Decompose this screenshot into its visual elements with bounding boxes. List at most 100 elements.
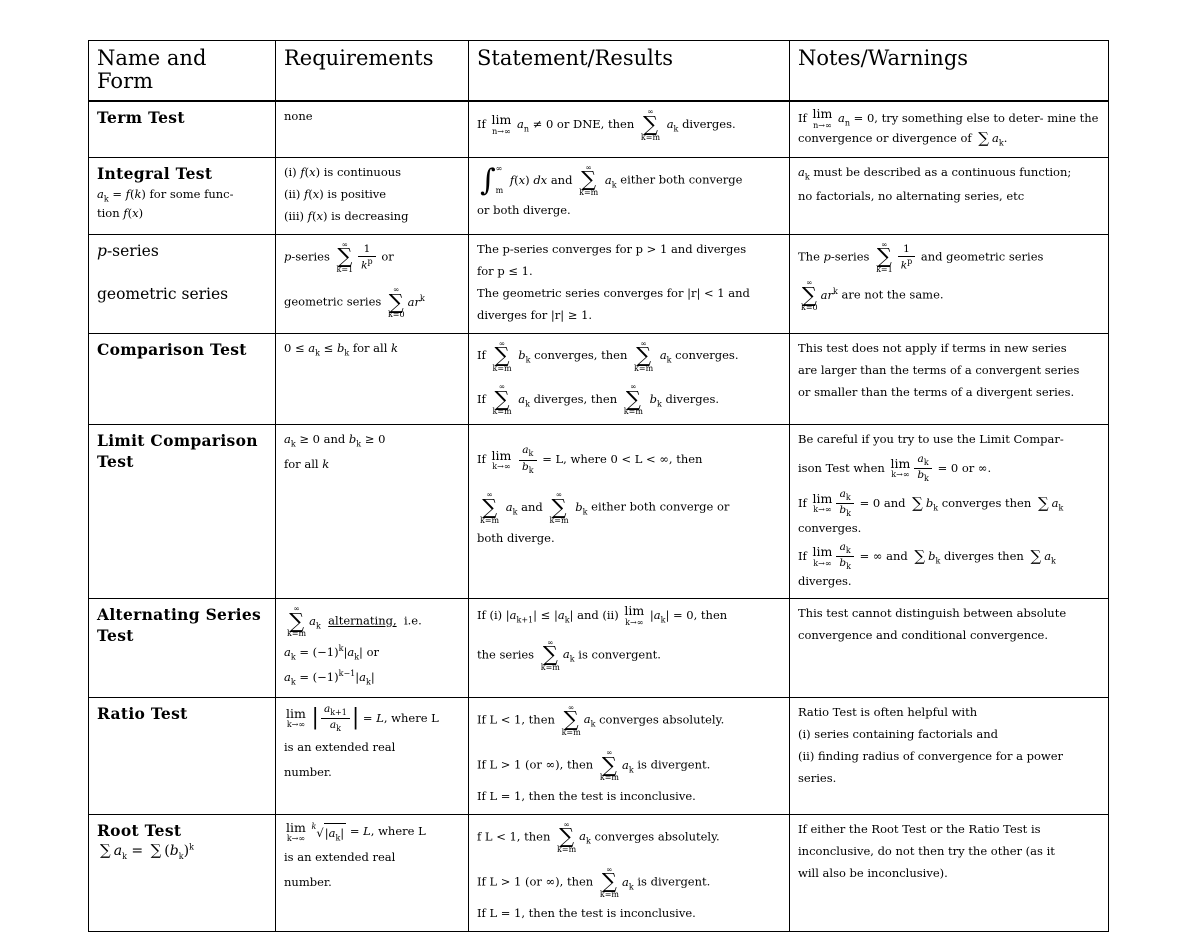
summation-symbol: ∑ [912, 494, 923, 513]
summation-symbol: ∞ ∑ k=m [540, 637, 560, 672]
requirement-line: for all k [284, 456, 330, 471]
limit-operator: lim k→∞ [491, 447, 512, 472]
summation-symbol: ∞ ∑ k=m [623, 382, 643, 417]
test-title: p-series [97, 241, 159, 260]
summation-symbol: ∑ [1030, 547, 1042, 566]
notes-line: ∞ ∑ k=0 ark are not the same. [801, 278, 944, 313]
test-title-secondary: geometric series [97, 284, 229, 303]
notes-line: converges. [798, 520, 862, 535]
summation-symbol: ∞ ∑ k=m [561, 702, 581, 738]
limit-operator: lim n→∞ [491, 112, 512, 136]
cell-requirements-p-series: p-series ∞ ∑ k=1 1 kp or geometric series ∞ ∑… [275, 233, 469, 334]
summation-symbol: ∞ ∑ k=m [640, 107, 661, 142]
summation-symbol: ∞ ∑ k=m [492, 338, 512, 374]
notes-line: will also be inconclusive). [798, 866, 948, 881]
statement-line: ∞ ∑ k=m ak and ∞ ∑ k=m bk either both conver… [480, 490, 730, 525]
statement-line: The geometric series converges for |r| <… [477, 286, 750, 301]
test-title: Ratio Test [97, 703, 188, 723]
statement-line: The p-series converges for p > 1 and div… [477, 241, 747, 256]
header-notes-warnings: Notes/Warnings [789, 39, 1109, 103]
limit-operator: lim k→∞ [812, 490, 833, 515]
summation-symbol: ∑ [150, 841, 162, 860]
requirement-line: ak = (−1)k−1|ak| [284, 669, 375, 687]
cell-statement-alternating-series-test: If (i) |ak+1| ≤ |ak| and (ii) lim k→∞ |ak… [468, 598, 790, 698]
limit-operator: lim k→∞ [624, 603, 645, 627]
requirement-line: 0 ≤ ak ≤ bk for all k [284, 340, 398, 358]
summation-symbol: ∑ [978, 129, 989, 148]
statement-line: for p ≤ 1. [477, 263, 533, 278]
limit-operator: lim n→∞ [812, 106, 833, 130]
notes-line: If lim k→∞ ak bk = 0 and ∑ bk converges then… [798, 487, 1064, 519]
notes-line: If lim k→∞ ak bk = ∞ and ∑ bk diverges then … [798, 540, 1056, 572]
statement-line: ∫ ∞ m f(x) dx and ∞ ∑ k=m ak either both con… [480, 162, 743, 198]
summation-symbol: ∞ ∑ k=m [492, 382, 512, 417]
fraction: ak+1 ak [320, 703, 350, 734]
table-row: Comparison Test 0 ≤ ak ≤ bk for all k If… [88, 332, 1109, 426]
statement-line: If ∞ ∑ k=m ak diverges, then ∞ ∑ k=m bk dive… [477, 382, 720, 417]
requirement-line: lim k→∞ | ak+1 ak | = L, where L [286, 702, 439, 734]
requirement-line: none [284, 109, 313, 124]
notes-line: If lim n→∞ an = 0, try something else to … [798, 106, 1099, 148]
summation-symbol: ∞ ∑ k=m [480, 490, 500, 525]
fraction: 1 kp [897, 243, 916, 272]
cell-statement-integral-test: ∫ ∞ m f(x) dx and ∞ ∑ k=m ak either both con… [468, 156, 790, 235]
summation-symbol: ∑ [100, 841, 111, 860]
requirement-line: ∞ ∑ k=m ak alternating, i.e. [287, 604, 422, 639]
table-row: Ratio Test lim k→∞ | ak+1 ak | = L, where L … [88, 696, 1109, 815]
requirement-line: lim k→∞ k√|ak| = L, where L [286, 819, 426, 844]
cell-name-ratio-test: Ratio Test [88, 696, 276, 815]
cell-name-term-test: Term Test [88, 101, 276, 158]
notes-line: Ratio Test is often helpful with [798, 704, 978, 719]
notes-line: This test does not apply if terms in new… [798, 340, 1067, 355]
limit-operator: lim k→∞ [812, 544, 833, 568]
summation-symbol: ∞ ∑ k=m [634, 338, 654, 374]
requirement-line: is an extended real [284, 739, 396, 754]
statement-line: If (i) |ak+1| ≤ |ak| and (ii) lim k→∞ |ak… [477, 603, 728, 627]
cell-notes-term-test: If lim n→∞ an = 0, try something else to … [789, 101, 1109, 158]
notes-line: ison Test when lim k→∞ ak bk = 0 or ∞. [798, 452, 992, 484]
table-body: Term Test none If lim n→∞ an ≠ 0 or DNE, … [88, 101, 1109, 932]
summation-symbol: ∞ ∑ k=m [599, 748, 619, 783]
statement-line: If L < 1, then ∞ ∑ k=m ak converges absolut… [477, 702, 725, 738]
notes-line: convergence and conditional convergence. [798, 628, 1049, 643]
requirement-line: (iii) f(x) is decreasing [284, 209, 409, 224]
cell-notes-p-series: The p-series ∞ ∑ k=1 1 kp and geometric seri… [789, 233, 1109, 334]
notes-line: no factorials, no alternating series, et… [798, 189, 1025, 204]
requirement-line: p-series ∞ ∑ k=1 1 kp or [284, 239, 394, 275]
cell-statement-p-series: The p-series converges for p > 1 and div… [468, 233, 790, 334]
fraction: ak bk [914, 453, 932, 484]
notes-line: diverges. [798, 573, 852, 588]
notes-line: ak must be described as a continuous fun… [798, 164, 1072, 182]
statement-line: the series ∞ ∑ k=m ak is convergent. [477, 637, 661, 672]
requirement-line: (i) f(x) is continuous [284, 164, 402, 179]
fraction: ak bk [836, 488, 854, 519]
notes-line: or smaller than the terms of a divergent… [798, 385, 1075, 400]
notes-line: are larger than the terms of a convergen… [798, 362, 1080, 377]
test-form: ak = f(k) for some func-tion f(x) [97, 186, 234, 220]
summation-symbol: ∞ ∑ k=1 [876, 239, 893, 275]
header-row: Name and Form Requirements Statement/Res… [88, 39, 1109, 103]
cell-requirements-ratio-test: lim k→∞ | ak+1 ak | = L, where L is an exten… [275, 696, 469, 815]
requirement-line: number. [284, 764, 332, 779]
statement-line: If L > 1 (or ∞), then ∞ ∑ k=m ak is diverge… [477, 864, 711, 900]
test-title: Limit Comparison Test [97, 431, 258, 472]
notes-line: series. [798, 771, 837, 786]
cell-name-limit-comparison-test: Limit Comparison Test [88, 424, 276, 600]
statement-line: If lim k→∞ ak bk = L, where 0 < L < ∞, the… [477, 444, 703, 475]
reference-sheet: Name and Form Requirements Statement/Res… [88, 39, 1109, 932]
statement-line: If lim n→∞ an ≠ 0 or DNE, then ∞ ∑ k=m ak d… [477, 108, 781, 141]
statement-line: If L > 1 (or ∞), then ∞ ∑ k=m ak is diverge… [477, 748, 711, 783]
series-tests-table: Name and Form Requirements Statement/Res… [88, 39, 1109, 932]
summation-symbol: ∞ ∑ k=m [549, 490, 569, 525]
cell-statement-term-test: If lim n→∞ an ≠ 0 or DNE, then ∞ ∑ k=m ak d… [468, 101, 790, 158]
cell-name-root-test: Root Test ∑ ak = ∑ (bk)k [88, 813, 276, 932]
table-row: Root Test ∑ ak = ∑ (bk)k lim k→∞ k√|ak| = L… [88, 813, 1109, 932]
statement-line: If L = 1, then the test is inconclusive. [477, 789, 696, 804]
summation-symbol: ∞ ∑ k=m [599, 864, 619, 900]
summation-symbol: ∑ [914, 547, 926, 566]
cell-requirements-integral-test: (i) f(x) is continuous (ii) f(x) is posi… [275, 156, 469, 235]
statement-line: f L < 1, then ∞ ∑ k=m ak converges absolute… [477, 819, 720, 854]
statement-line: If L = 1, then the test is inconclusive. [477, 906, 696, 921]
limit-operator: lim k→∞ [286, 819, 306, 844]
notes-line: (ii) finding radius of convergence for a… [798, 749, 1064, 764]
